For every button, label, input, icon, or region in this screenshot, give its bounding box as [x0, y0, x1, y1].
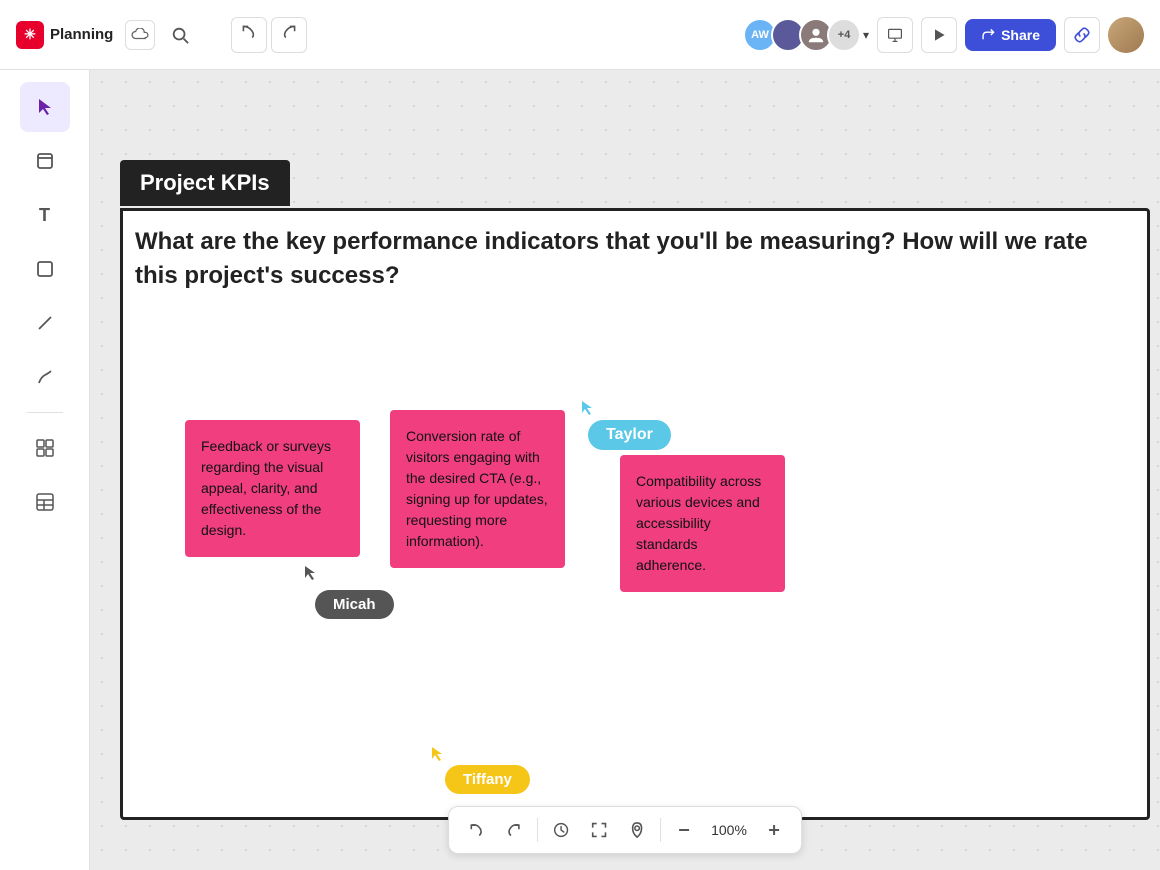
grid-tool[interactable]: [20, 423, 70, 473]
sticky-note-1-text: Feedback or surveys regarding the visual…: [201, 438, 331, 538]
tiffany-name: Tiffany: [463, 771, 512, 788]
left-toolbar: T: [0, 70, 90, 870]
overflow-count: +4: [838, 29, 851, 41]
sticky-note-1[interactable]: Feedback or surveys regarding the visual…: [185, 420, 360, 557]
cursor-pointer-taylor: [580, 400, 594, 416]
bottom-toolbar: 100%: [448, 806, 802, 854]
share-button[interactable]: Share: [965, 19, 1056, 51]
clock-icon: [553, 822, 569, 838]
share-label: Share: [1001, 27, 1040, 43]
frame-icon: [35, 151, 55, 171]
frame-title: Project KPIs: [120, 160, 290, 206]
expand-icon: [591, 822, 607, 838]
shape-icon: [36, 260, 54, 278]
tool-divider: [27, 412, 63, 413]
history-button[interactable]: [542, 811, 580, 849]
undo-icon-bottom: [468, 822, 484, 838]
sticky-note-2[interactable]: Conversion rate of visitors engaging wit…: [390, 410, 565, 568]
cursor-pointer-tiffany: [430, 746, 444, 762]
present-icon: [887, 27, 903, 43]
taylor-name: Taylor: [606, 426, 653, 443]
play-icon: [931, 27, 947, 43]
pen-tool[interactable]: [20, 352, 70, 402]
collaborator-overflow[interactable]: +4: [827, 18, 861, 52]
user-photo: [1108, 17, 1144, 53]
text-icon: T: [39, 205, 50, 226]
pen-icon: [36, 368, 54, 386]
table-icon: [35, 492, 55, 512]
collaborators-list: AW +4 ▾: [743, 18, 869, 52]
navigation-arrows: [231, 17, 307, 53]
select-tool[interactable]: [20, 82, 70, 132]
canvas-undo-button[interactable]: [457, 811, 495, 849]
canvas-area[interactable]: Project KPIs What are the key performanc…: [90, 70, 1160, 870]
taylor-tooltip: Taylor: [588, 420, 671, 450]
present-button[interactable]: [877, 17, 913, 53]
cursor-icon: [35, 97, 55, 117]
micah-name: Micah: [333, 596, 376, 613]
logo-symbol: ✳: [24, 26, 36, 43]
play-button[interactable]: [921, 17, 957, 53]
current-user-avatar[interactable]: [1108, 17, 1144, 53]
search-icon: [171, 26, 189, 44]
fullscreen-button[interactable]: [580, 811, 618, 849]
sticky-note-3-text: Compatibility across various devices and…: [636, 473, 761, 573]
frame-tool[interactable]: [20, 136, 70, 186]
zoom-in-button[interactable]: [755, 811, 793, 849]
zoom-level-display: 100%: [703, 822, 755, 838]
undo-icon: [241, 24, 257, 40]
line-icon: [36, 314, 54, 332]
location-button[interactable]: [618, 811, 656, 849]
search-button[interactable]: [165, 20, 195, 50]
cloud-icon: [131, 28, 149, 42]
taylor-cursor-arrow: [580, 400, 594, 421]
app-logo-area: ✳ Planning: [0, 20, 211, 50]
table-tool[interactable]: [20, 477, 70, 527]
tiffany-tooltip: Tiffany: [445, 765, 530, 794]
cloud-save-button[interactable]: [125, 20, 155, 50]
toolbar-divider-2: [660, 818, 661, 842]
micah-cursor-arrow: [303, 565, 317, 584]
tiffany-cursor-arrow: [430, 746, 444, 767]
redo-icon-bottom: [506, 822, 522, 838]
zoom-out-button[interactable]: [665, 811, 703, 849]
link-button[interactable]: [1064, 17, 1100, 53]
micah-tooltip: Micah: [315, 590, 394, 619]
grid-icon: [35, 438, 55, 458]
undo-button[interactable]: [231, 17, 267, 53]
redo-icon: [281, 24, 297, 40]
redo-button[interactable]: [271, 17, 307, 53]
collaborators-dropdown-button[interactable]: ▾: [863, 28, 869, 42]
pin-icon: [630, 822, 644, 838]
text-tool[interactable]: T: [20, 190, 70, 240]
canvas-redo-button[interactable]: [495, 811, 533, 849]
user-icon: [807, 26, 825, 44]
sticky-note-2-text: Conversion rate of visitors engaging wit…: [406, 428, 548, 549]
line-tool[interactable]: [20, 298, 70, 348]
plus-icon: [767, 823, 781, 837]
app-name: Planning: [50, 26, 113, 43]
sticky-note-3[interactable]: Compatibility across various devices and…: [620, 455, 785, 592]
frame-question-text: What are the key performance indicators …: [135, 225, 1130, 292]
minus-icon: [677, 823, 691, 837]
link-icon: [1074, 27, 1090, 43]
right-toolbar: AW +4 ▾: [743, 17, 1160, 53]
shape-tool[interactable]: [20, 244, 70, 294]
cursor-pointer-micah: [303, 565, 317, 581]
toolbar-divider-1: [537, 818, 538, 842]
app-logo[interactable]: ✳: [16, 21, 44, 49]
share-icon: [981, 28, 995, 42]
